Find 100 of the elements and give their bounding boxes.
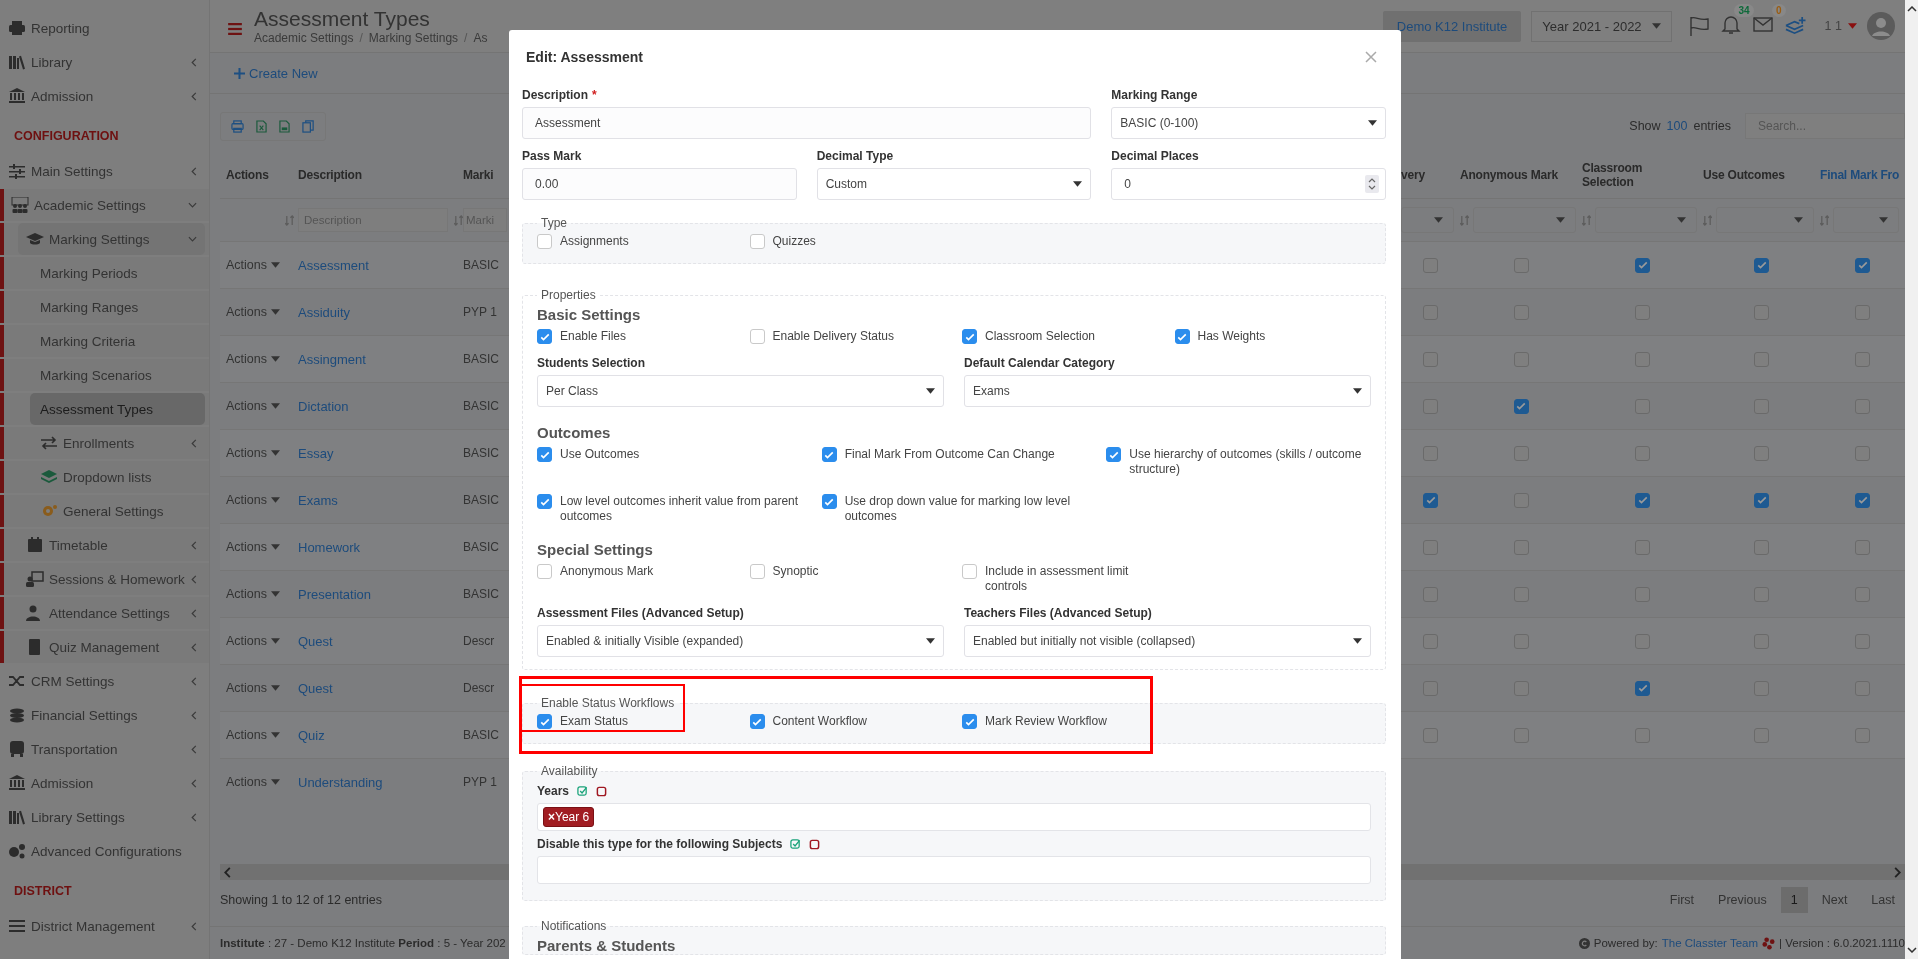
checkbox-label[interactable]: Anonymous Mark — [560, 564, 654, 579]
checkbox[interactable] — [1855, 492, 1870, 508]
breadcrumb-link[interactable]: Marking Settings — [368, 31, 459, 45]
spreadsheet-file-icon[interactable] — [256, 119, 267, 133]
checkbox[interactable] — [1423, 257, 1438, 273]
actions-dropdown[interactable]: Actions — [220, 540, 280, 554]
checkbox[interactable] — [1635, 539, 1650, 555]
description-link[interactable]: Quiz — [298, 727, 325, 743]
checkbox[interactable] — [1635, 633, 1650, 649]
square-icon[interactable] — [809, 838, 821, 850]
pagination-button[interactable]: Previous — [1708, 887, 1777, 913]
actions-dropdown[interactable]: Actions — [220, 728, 280, 742]
institute-button[interactable]: Demo K12 Institute — [1382, 10, 1522, 42]
sort-icon[interactable] — [1460, 214, 1469, 226]
sort-icon[interactable] — [454, 214, 463, 226]
sort-icon[interactable] — [285, 214, 294, 226]
sidebar-item[interactable]: Admission — [0, 767, 205, 799]
pagination-button[interactable]: Last — [1861, 887, 1905, 913]
page-size-select[interactable]: 100 — [1666, 119, 1688, 133]
checked-square-icon[interactable] — [577, 785, 589, 797]
sort-icon[interactable] — [1820, 214, 1829, 226]
checkbox[interactable] — [1513, 257, 1529, 273]
number-field[interactable]: 0 — [1111, 168, 1386, 200]
checkbox[interactable] — [1513, 633, 1529, 649]
breadcrumb-link[interactable]: As — [473, 31, 488, 45]
checkbox[interactable] — [1423, 539, 1438, 555]
pagination-button[interactable]: 1 — [1780, 887, 1808, 913]
checkbox[interactable] — [1513, 351, 1529, 367]
checkbox-label[interactable]: Low level outcomes inherit value from parent outcomes — [560, 494, 802, 524]
column-header[interactable]: Anonymous Mark — [1460, 168, 1582, 182]
column-header[interactable]: Classroom Selection — [1582, 161, 1703, 189]
spinner-icon[interactable] — [1365, 175, 1379, 193]
team-link[interactable]: The Classter Team — [1661, 937, 1759, 949]
description-link[interactable]: Exams — [298, 492, 338, 508]
checkbox[interactable] — [1635, 727, 1650, 743]
actions-dropdown[interactable]: Actions — [220, 681, 280, 695]
checkbox[interactable] — [821, 494, 837, 509]
checkbox[interactable] — [1855, 727, 1870, 743]
year-dropdown[interactable]: Year 2021 - 2022 — [1531, 10, 1672, 42]
chevron-left-icon[interactable] — [224, 866, 232, 878]
select-field[interactable]: Per Class — [537, 375, 944, 407]
checkbox[interactable] — [1423, 633, 1438, 649]
checkbox[interactable] — [1754, 351, 1769, 367]
actions-dropdown[interactable]: Actions — [220, 258, 280, 272]
checkbox[interactable] — [537, 329, 552, 344]
checkbox-label[interactable]: Use hierarchy of outcomes (skills / outcome structure) — [1129, 447, 1371, 477]
select-field[interactable]: Custom — [816, 168, 1092, 200]
chevron-down-icon[interactable] — [1906, 947, 1917, 953]
filter-dropdown[interactable] — [1473, 207, 1576, 233]
remove-button[interactable]: × — [548, 810, 555, 824]
description-link[interactable]: Assessment — [298, 257, 369, 273]
filter-dropdown[interactable] — [1716, 207, 1814, 233]
pagination-button[interactable]: Next — [1811, 887, 1858, 913]
chevron-up-icon[interactable] — [1906, 6, 1917, 12]
checkbox[interactable] — [1635, 445, 1650, 461]
description-link[interactable]: Assingment — [298, 351, 366, 367]
column-header[interactable]: Description — [298, 168, 463, 182]
actions-dropdown[interactable]: Actions — [220, 587, 280, 601]
checkbox[interactable] — [749, 714, 765, 729]
copy-icon[interactable] — [302, 119, 315, 133]
description-link[interactable]: Assiduity — [298, 304, 351, 320]
actions-dropdown[interactable]: Actions — [220, 634, 280, 648]
checkbox-label[interactable]: Synoptic — [772, 564, 819, 579]
description-link[interactable]: Presentation — [298, 586, 371, 602]
actions-dropdown[interactable]: Actions — [220, 775, 280, 789]
filter-dropdown[interactable] — [1833, 207, 1899, 233]
square-icon[interactable] — [596, 785, 608, 797]
checkbox-label[interactable]: Classroom Selection — [985, 329, 1096, 344]
checkbox[interactable] — [1754, 257, 1769, 273]
checkbox[interactable] — [537, 714, 552, 729]
checkbox[interactable] — [1635, 351, 1650, 367]
sidebar-item[interactable]: Admission — [0, 80, 205, 112]
checkbox[interactable] — [1513, 727, 1529, 743]
checkbox[interactable] — [1754, 445, 1769, 461]
checkbox[interactable] — [1635, 680, 1650, 696]
bell-icon[interactable] — [1719, 13, 1742, 35]
checkbox-label[interactable]: Exam Status — [560, 714, 629, 729]
sort-icon[interactable] — [1703, 214, 1712, 226]
layers-plus-icon[interactable] — [1783, 15, 1807, 37]
printer-icon[interactable] — [231, 119, 244, 133]
actions-dropdown[interactable]: Actions — [220, 493, 280, 507]
checkbox[interactable] — [1513, 539, 1529, 555]
create-new-link[interactable]: Create New — [234, 65, 318, 81]
select-field[interactable]: Enabled but initially not visible (collapsed) — [964, 625, 1371, 657]
checkbox[interactable] — [962, 714, 977, 729]
column-header[interactable]: Marki — [463, 168, 509, 182]
sidebar-item[interactable]: Advanced Configurations — [0, 835, 205, 867]
checkbox-label[interactable]: Has Weights — [1197, 329, 1266, 344]
checkbox[interactable] — [1855, 539, 1870, 555]
close-icon[interactable] — [1365, 51, 1377, 63]
sidebar-item[interactable]: Financial Settings — [0, 699, 205, 731]
checkbox[interactable] — [1106, 447, 1122, 462]
checkbox[interactable] — [1754, 539, 1769, 555]
pagination-button[interactable]: First — [1659, 887, 1705, 913]
checkbox-label[interactable]: Mark Review Workflow — [985, 714, 1107, 729]
description-link[interactable]: Essay — [298, 445, 334, 461]
select-field[interactable]: Enabled & initially Visible (expanded) — [537, 625, 944, 657]
checkbox[interactable] — [1855, 351, 1870, 367]
checkbox[interactable] — [1635, 492, 1650, 508]
checkbox-label[interactable]: Final Mark From Outcome Can Change — [844, 447, 1055, 462]
